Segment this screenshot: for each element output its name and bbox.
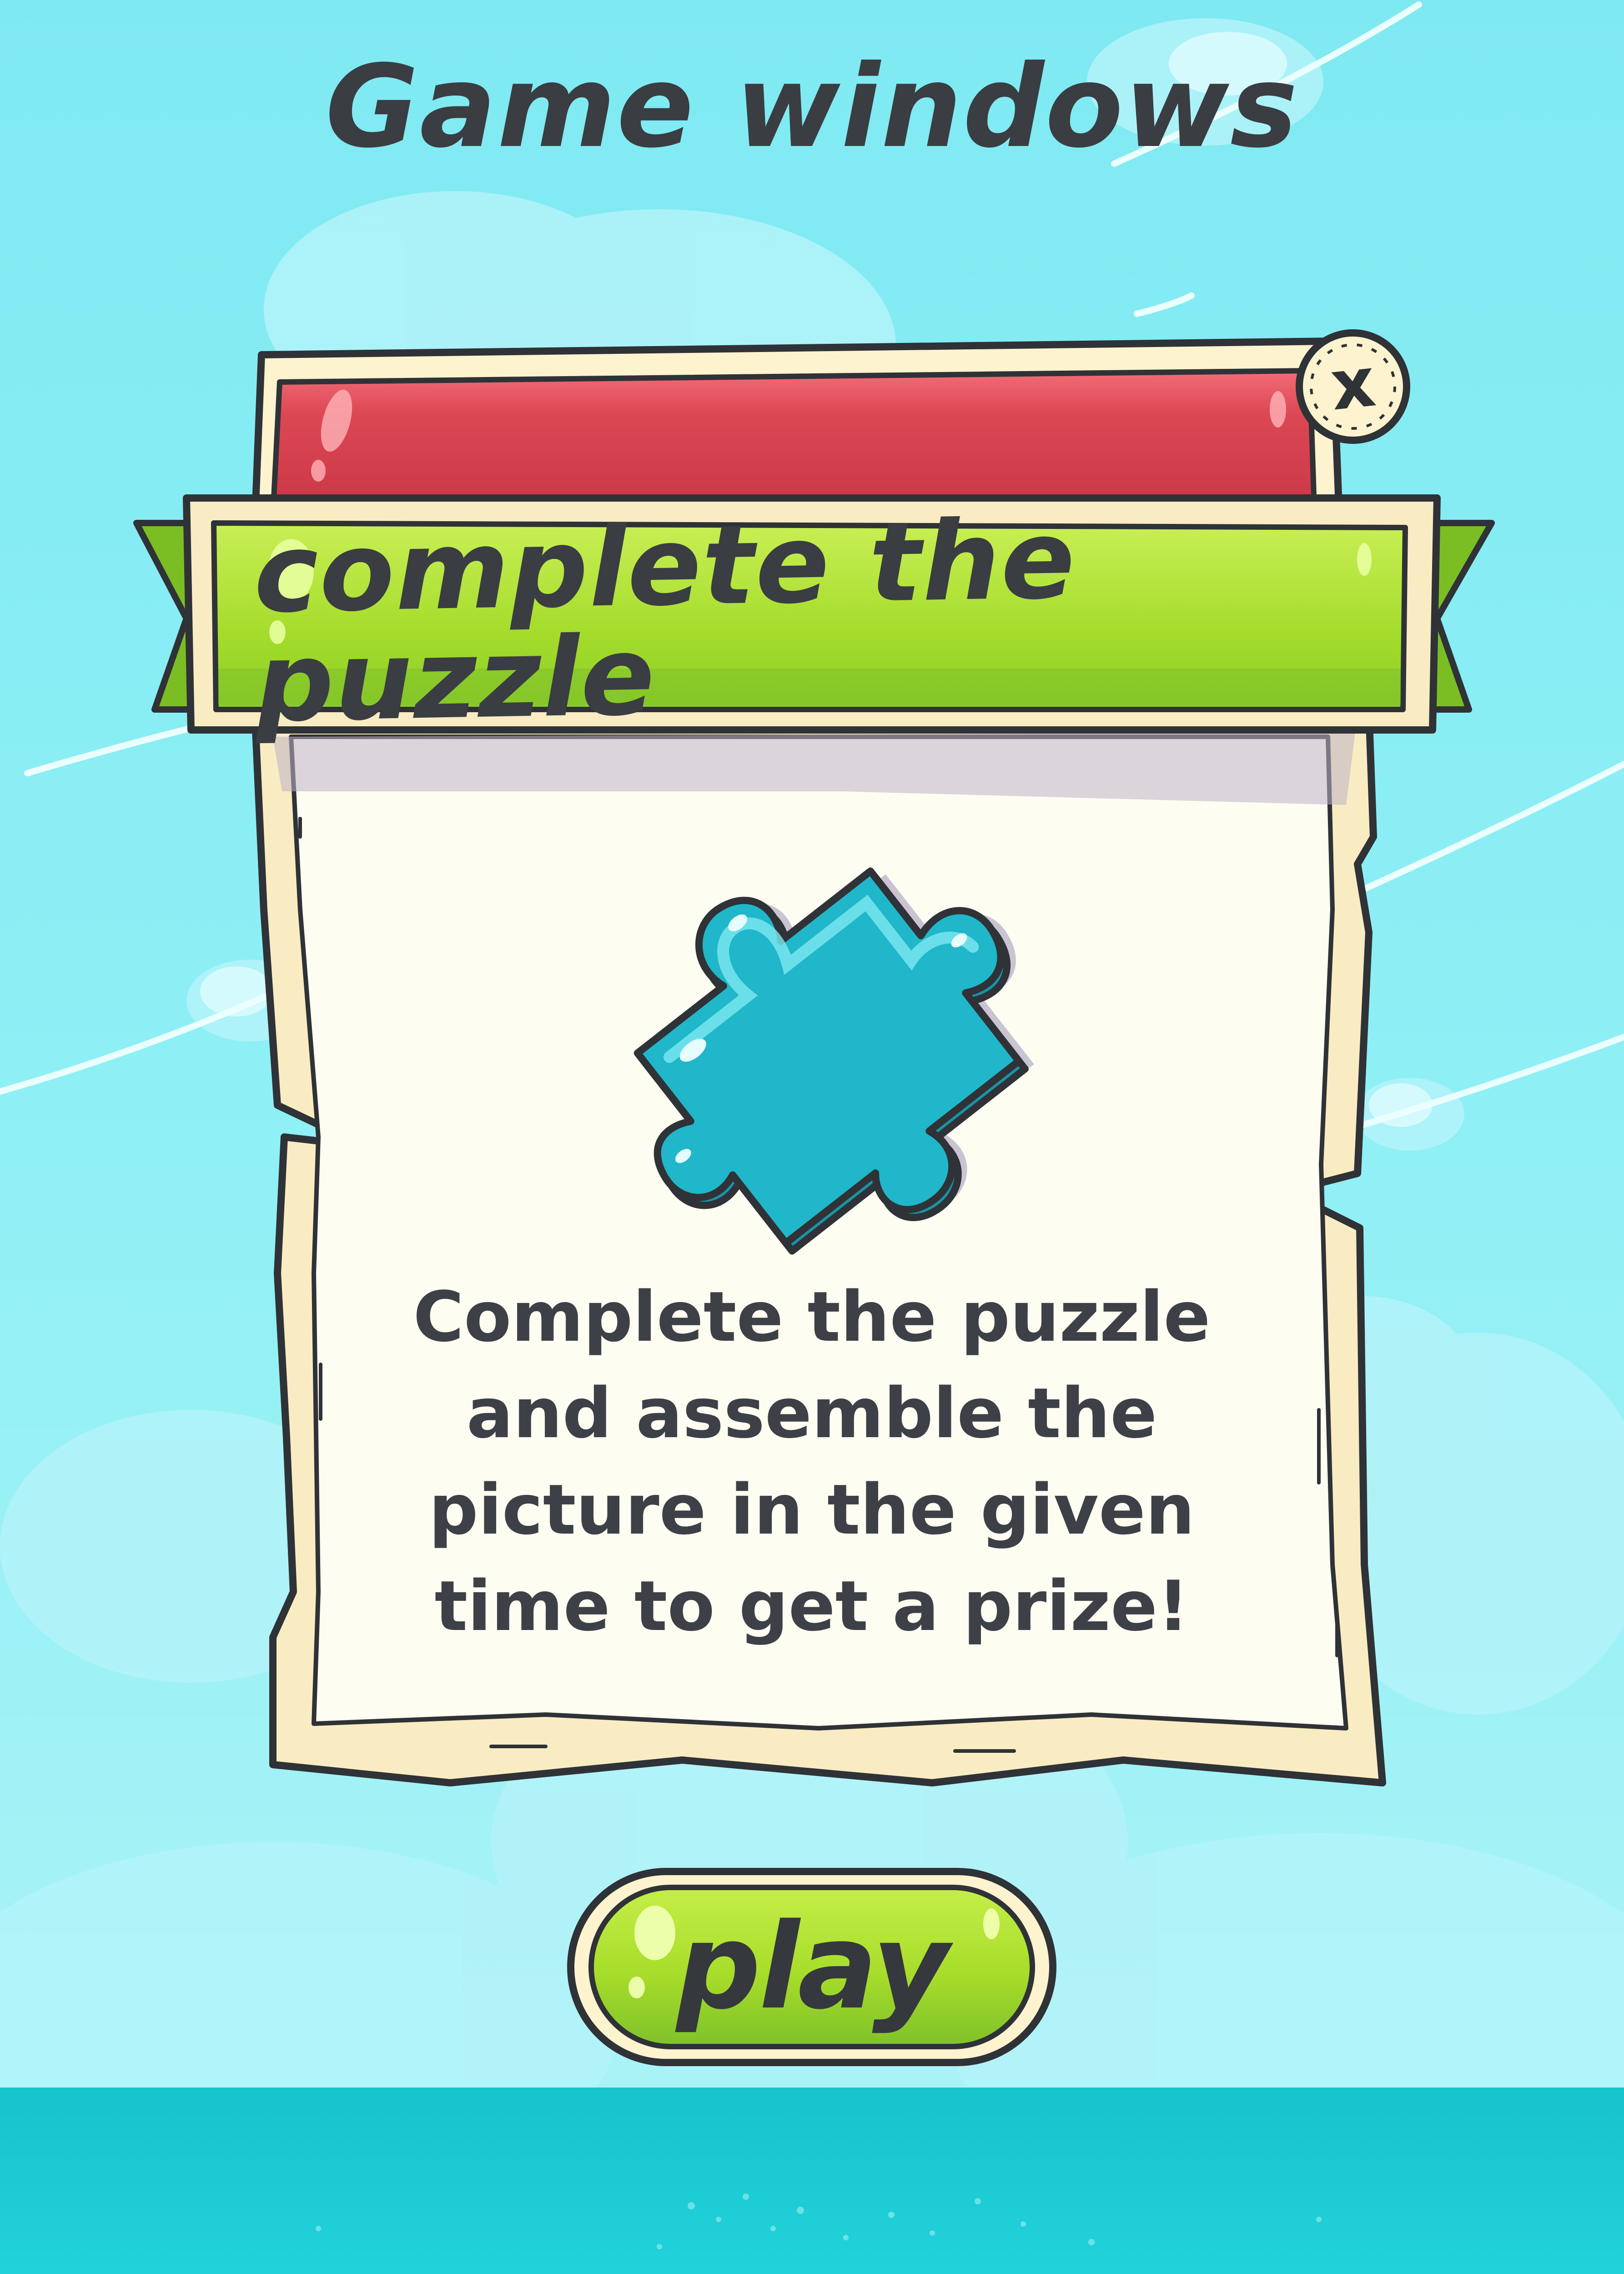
play-button-label: play	[676, 1898, 949, 2036]
page-title: Game windows	[325, 40, 1299, 173]
window-description: Complete the puzzle and assemble the pic…	[413, 1277, 1211, 1646]
sea	[0, 2088, 1624, 2274]
close-icon: x	[1327, 342, 1379, 426]
window-title: complete the puzzle	[252, 495, 1077, 747]
puzzle-piece-icon	[605, 814, 1023, 1237]
game-scene: Game windows complete the puzzle x Compl…	[0, 0, 1624, 2274]
